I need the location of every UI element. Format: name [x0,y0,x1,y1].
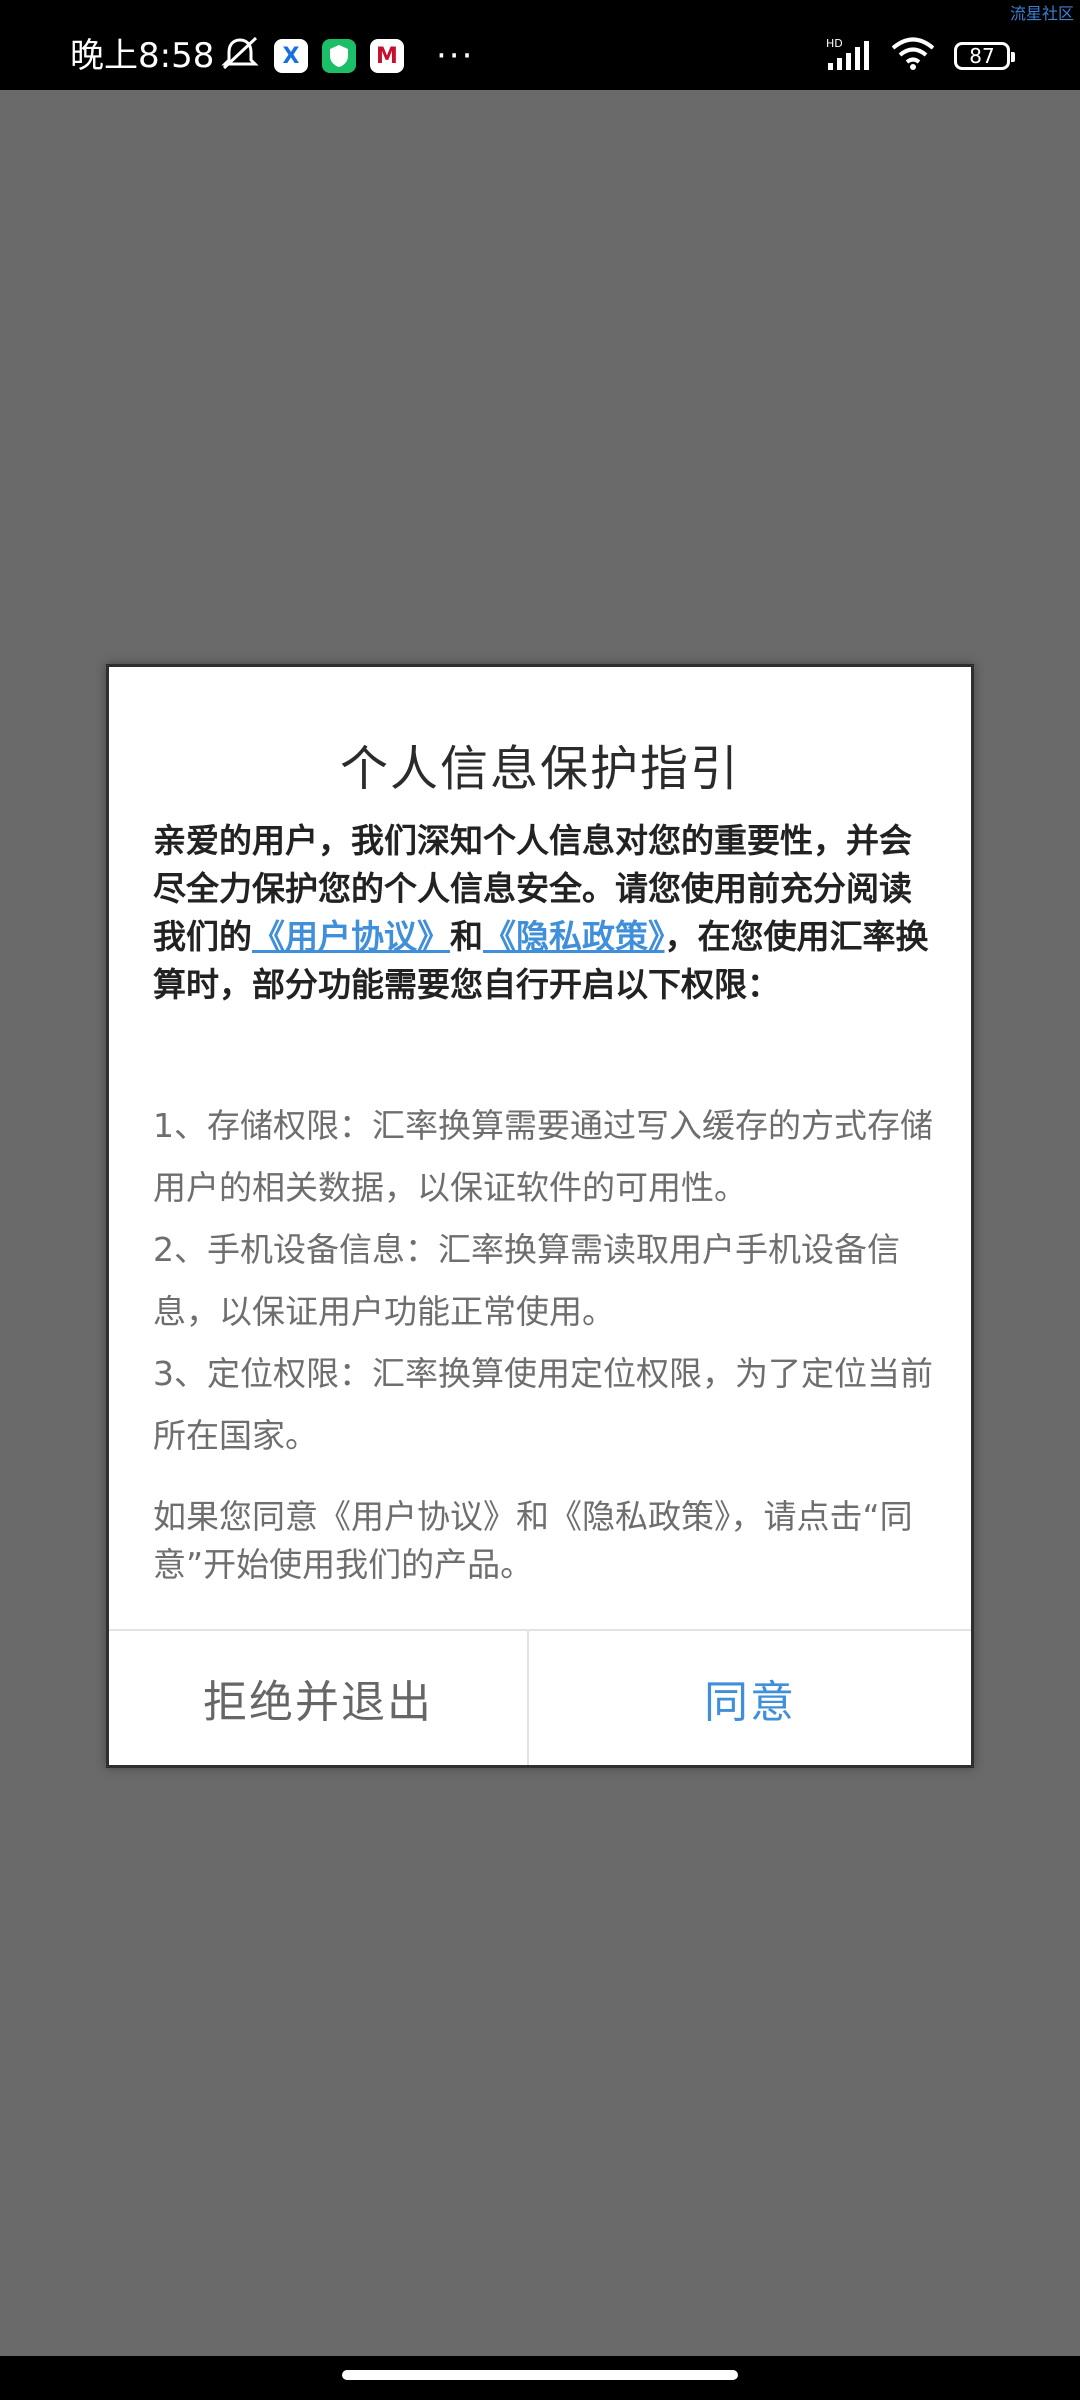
more-dots-icon: ··· [436,36,475,76]
status-bar: 流星社区 晚上8:58 X M ··· HD 87 [0,0,1080,90]
battery-level: 87 [969,44,995,68]
mute-bell-icon [220,36,260,76]
signal-icon: HD [826,37,872,75]
shield-app-icon [322,39,356,73]
intro-text: 亲爱的用户，我们深知个人信息对您的重要性，并会尽全力保护您的个人信息安全。请您使… [153,817,933,1009]
status-time: 晚上8:58 [70,36,215,76]
consent-text: 如果您同意《用户协议》和《隐私政策》，请点击“同意”开始使用我们的产品。 [153,1497,913,1584]
permission-item-device-info: 2、手机设备信息：汇率换算需读取用户手机设备信息，以保证用户功能正常使用。 [153,1230,900,1331]
privacy-dialog: 个人信息保护指引 亲爱的用户，我们深知个人信息对您的重要性，并会尽全力保护您的个… [106,664,974,1768]
permission-item-location: 3、定位权限：汇率换算使用定位权限，为了定位当前所在国家。 [153,1354,933,1455]
dialog-title: 个人信息保护指引 [339,741,740,797]
svg-text:HD: HD [826,37,843,50]
reject-exit-button[interactable]: 拒绝并退出 [109,1631,527,1765]
intro-and: 和 [450,917,483,956]
agree-button[interactable]: 同意 [529,1631,971,1765]
watermark-text: 流星社区 [1009,4,1074,23]
system-icons: HD 87 [826,36,1015,76]
privacy-policy-link[interactable]: 《隐私政策》 [483,917,665,956]
home-indicator[interactable] [342,2370,738,2380]
wifi-icon [890,37,936,75]
x-app-icon: X [274,39,308,73]
permission-list: 1、存储权限：汇率换算需要通过写入缓存的方式存储用户的相关数据，以保证软件的可用… [153,1095,933,1467]
bank-app-icon: M [370,39,404,73]
user-agreement-link[interactable]: 《用户协议》 [252,917,450,956]
notification-icons: X M ··· [220,36,474,76]
battery-icon: 87 [954,42,1015,70]
permission-item-storage: 1、存储权限：汇率换算需要通过写入缓存的方式存储用户的相关数据，以保证软件的可用… [153,1106,933,1207]
navigation-bar [0,2356,1080,2400]
